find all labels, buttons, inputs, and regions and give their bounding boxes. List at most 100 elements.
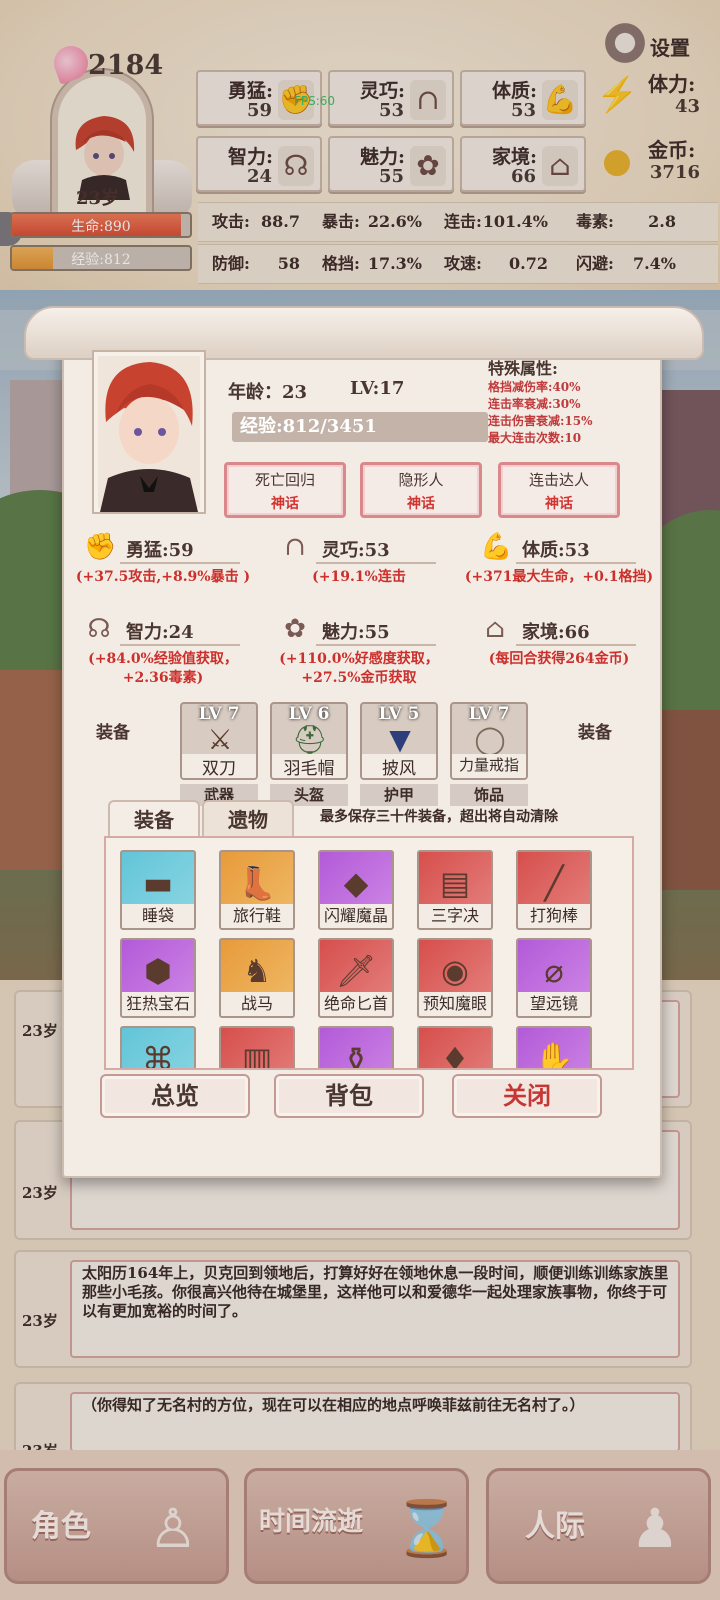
combat-stat-poison: 毒素: 2.8	[576, 212, 676, 231]
age-label: 23岁	[76, 188, 120, 209]
special-attribute-line: 连击率衰减:30%	[488, 397, 581, 411]
inventory-item[interactable]: 👢 旅行鞋	[219, 850, 295, 930]
inventory-item[interactable]: ╱ 打狗棒	[516, 850, 592, 930]
home-icon: ⌂	[485, 614, 505, 644]
fps-counter: FPS:60	[294, 94, 336, 108]
equipment-slot-weapon[interactable]: ⚔ LV 7 双刀	[180, 702, 258, 780]
inventory-grid: ▬ 睡袋 👢 旅行鞋 ◆ 闪耀魔晶 ▤ 三字决 ╱ 打狗棒 ⬢ 狂热宝石 ♞ 战马 🗡 绝命匕首 ◉ 预知魔眼 ⌀ 望…	[104, 836, 634, 1070]
equipment-slot-helmet[interactable]: ⛑ LV 6 羽毛帽	[270, 702, 348, 780]
inventory-item[interactable]: ◆ 闪耀魔晶	[318, 850, 394, 930]
talent-card[interactable]: 连击达人 神话	[498, 462, 620, 518]
inventory-item[interactable]: ⌀ 望远镜	[516, 938, 592, 1018]
combat-stat-combo: 连击: 101.4%	[444, 212, 548, 231]
overview-button[interactable]: 总览	[100, 1074, 250, 1118]
hair-icon: ∩	[284, 532, 306, 562]
combat-stat-crit: 暴击: 22.6%	[322, 212, 422, 231]
stat-card-constitution[interactable]: 体质: 53 💪	[460, 70, 586, 126]
gold-coin-icon: ●	[602, 141, 632, 181]
crystal-icon: ◆	[343, 864, 369, 902]
inventory-item[interactable]: ♦	[417, 1026, 493, 1068]
inventory-item[interactable]: ⌘	[120, 1026, 196, 1070]
flower-icon: ✿	[410, 146, 446, 186]
potion-icon: ⚱	[342, 1040, 370, 1070]
log-entry-age: 23岁	[22, 1312, 58, 1330]
log-entry-age: 23岁	[22, 1184, 58, 1202]
inventory-item[interactable]: ✋	[516, 1026, 592, 1068]
stat-card-agility[interactable]: 灵巧: 53 ∩	[328, 70, 454, 126]
inventory-item[interactable]: ♞ 战马	[219, 938, 295, 1018]
inventory-item-name: 狂热宝石	[122, 992, 194, 1016]
stat-value: 53	[378, 100, 404, 121]
nav-time-label: 时间流逝	[259, 1507, 364, 1537]
attribute-name: 魅力:55	[322, 622, 390, 643]
gear-icon[interactable]	[602, 20, 648, 66]
equipment-slot-armor[interactable]: ▼ LV 5 披风	[360, 702, 438, 780]
stat-card-intelligence[interactable]: 智力: 24 ☊	[196, 136, 322, 192]
combat-stat-defense: 防御: 58	[212, 254, 300, 273]
arm-icon: 💪	[542, 80, 578, 120]
talent-card[interactable]: 隐形人 神话	[360, 462, 482, 518]
nav-time-button[interactable]: 时间流逝 ⌛	[244, 1468, 469, 1584]
people-icon: ♟	[630, 1497, 680, 1560]
attribute-name: 勇猛:59	[126, 540, 194, 561]
hp-bar: 生命:890	[10, 212, 192, 238]
close-button[interactable]: 关闭	[452, 1074, 602, 1118]
staff-icon: ╱	[544, 864, 564, 902]
inventory-item[interactable]: ▥	[219, 1026, 295, 1068]
special-attributes-title: 特殊属性:	[488, 359, 558, 378]
nav-character-button[interactable]: 角色 ♙	[4, 1468, 229, 1584]
feather-hat-icon: ⛑	[292, 723, 328, 756]
stat-label: 体质:	[492, 80, 538, 102]
special-attributes: 特殊属性: 格挡减伤率:40% 连击率衰减:30% 连击伤害衰减:15% 最大连…	[488, 360, 593, 447]
fist-icon: ✊	[84, 532, 117, 562]
inventory-item[interactable]: ⬢ 狂热宝石	[120, 938, 196, 1018]
talent-card[interactable]: 死亡回归 神话	[224, 462, 346, 518]
stat-card-family[interactable]: 家境: 66 ⌂	[460, 136, 586, 192]
combat-stat-attack: 攻击: 88.7	[212, 212, 300, 231]
eye-icon: ◉	[441, 952, 469, 990]
equipment-side-label-left: 装备	[96, 723, 130, 743]
arm-icon: 💪	[480, 532, 513, 562]
tab-relics[interactable]: 遗物	[202, 800, 294, 836]
dagger-icon: 🗡	[335, 952, 377, 990]
talent-rarity: 神话	[271, 496, 299, 512]
inventory-item[interactable]: ⚱	[318, 1026, 394, 1070]
equipment-level: LV 7	[198, 704, 240, 724]
settings-button[interactable]: 设置	[650, 32, 690, 61]
stat-value: 53	[510, 100, 536, 121]
hourglass-icon: ⌛	[393, 1497, 461, 1560]
lightning-icon: ⚡	[596, 75, 639, 115]
equipment-name: 羽毛帽	[272, 754, 346, 778]
inventory-item[interactable]: ◉ 预知魔眼	[417, 938, 493, 1018]
amulet-icon: ⌘	[142, 1040, 174, 1070]
stat-label: 灵巧:	[360, 80, 406, 102]
inventory-item[interactable]: 🗡 绝命匕首	[318, 938, 394, 1018]
stat-card-charm[interactable]: 魅力: 55 ✿	[328, 136, 454, 192]
experience-display: 经验:812/3451	[232, 412, 488, 442]
attribute-description: (+19.1%连击	[312, 569, 406, 585]
inventory-item-name: 睡袋	[122, 904, 194, 928]
brain-icon: ☊	[87, 614, 111, 644]
attribute-description: (+371最大生命，+0.1格挡)	[464, 569, 654, 585]
stamina-value: 43	[674, 96, 700, 117]
talent-rarity: 神话	[407, 496, 435, 512]
talent-rarity: 神话	[545, 496, 573, 512]
equipment-level: LV 5	[378, 704, 420, 724]
inventory-item[interactable]: ▤ 三字决	[417, 850, 493, 930]
inventory-item-name: 望远镜	[518, 992, 590, 1016]
character-detail-panel: 年龄：23 LV:17 经验:812/3451 特殊属性: 格挡减伤率:40% …	[24, 306, 704, 1178]
equipment-name: 双刀	[182, 754, 256, 778]
equipment-slot-accessory[interactable]: ◯ LV 7 力量戒指	[450, 702, 528, 780]
stamina-display: ⚡ 体力: 43	[596, 66, 708, 122]
horse-icon: ♞	[242, 952, 272, 990]
hp-text: 生命:890	[71, 219, 131, 235]
stat-value: 59	[246, 100, 272, 121]
hair-icon: ∩	[410, 80, 446, 120]
log-entry[interactable]: 23岁 太阳历164年上，贝克回到领地后，打算好好在领地休息一段时间，顺便训练训…	[14, 1250, 692, 1368]
tab-equipment[interactable]: 装备	[108, 800, 200, 836]
nav-social-button[interactable]: 人际 ♟	[486, 1468, 711, 1584]
inventory-item[interactable]: ▬ 睡袋	[120, 850, 196, 930]
inventory-item-name: 三字决	[419, 904, 491, 928]
backpack-button[interactable]: 背包	[274, 1074, 424, 1118]
attribute-name: 灵巧:53	[322, 540, 390, 561]
